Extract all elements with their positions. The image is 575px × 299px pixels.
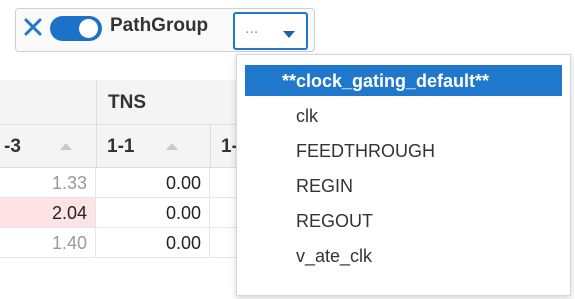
dropdown-option[interactable]: v_ate_clk (237, 240, 570, 271)
option-label: **clock_gating_default** (282, 71, 490, 91)
filter-toolbar: PathGroup ... (0, 0, 575, 57)
tns-group-header: TNS (108, 92, 146, 113)
cell-value: 1.33 (51, 173, 87, 193)
column-header[interactable]: 1-1 (96, 125, 211, 167)
table-cell: 1.40 (0, 228, 96, 257)
option-label: v_ate_clk (296, 246, 373, 266)
filter-label: PathGroup (110, 15, 209, 36)
table-cell: 2.04 (0, 198, 96, 227)
option-label: clk (296, 106, 318, 126)
dropdown-option[interactable]: FEEDTHROUGH (237, 135, 570, 166)
cell-value: 2.04 (51, 203, 87, 223)
sort-up-icon[interactable] (60, 143, 72, 150)
table-cell: 0.00 (96, 168, 210, 197)
dropdown-option[interactable]: REGOUT (237, 205, 570, 236)
cell-value: 0.00 (165, 173, 201, 193)
option-label: REGOUT (296, 211, 374, 231)
table-cell: 0.00 (96, 198, 210, 227)
column-header-label: 1-1 (107, 136, 135, 157)
table-cell: 1.33 (0, 168, 96, 197)
cell-value: 0.00 (165, 233, 201, 253)
close-icon[interactable] (22, 16, 44, 38)
option-label: FEEDTHROUGH (296, 141, 435, 161)
select-value: ... (245, 20, 259, 37)
table-cell: 0.00 (96, 228, 210, 257)
column-header[interactable]: -3 (0, 125, 97, 167)
filter-toggle[interactable] (50, 16, 102, 41)
pathgroup-dropdown-menu: **clock_gating_default** clk FEEDTHROUGH… (236, 54, 571, 296)
sort-up-icon[interactable] (166, 143, 178, 150)
chevron-down-icon (283, 31, 295, 38)
toggle-knob (79, 19, 98, 38)
dropdown-option-selected[interactable]: **clock_gating_default** (245, 65, 562, 96)
pathgroup-select[interactable]: ... (233, 12, 308, 50)
cell-value: 1.40 (51, 233, 87, 253)
column-header-label: -3 (4, 136, 21, 157)
dropdown-option[interactable]: clk (237, 100, 570, 131)
dropdown-option[interactable]: REGIN (237, 170, 570, 201)
option-label: REGIN (296, 176, 354, 196)
cell-value: 0.00 (165, 203, 201, 223)
group-header-blank (0, 80, 97, 124)
